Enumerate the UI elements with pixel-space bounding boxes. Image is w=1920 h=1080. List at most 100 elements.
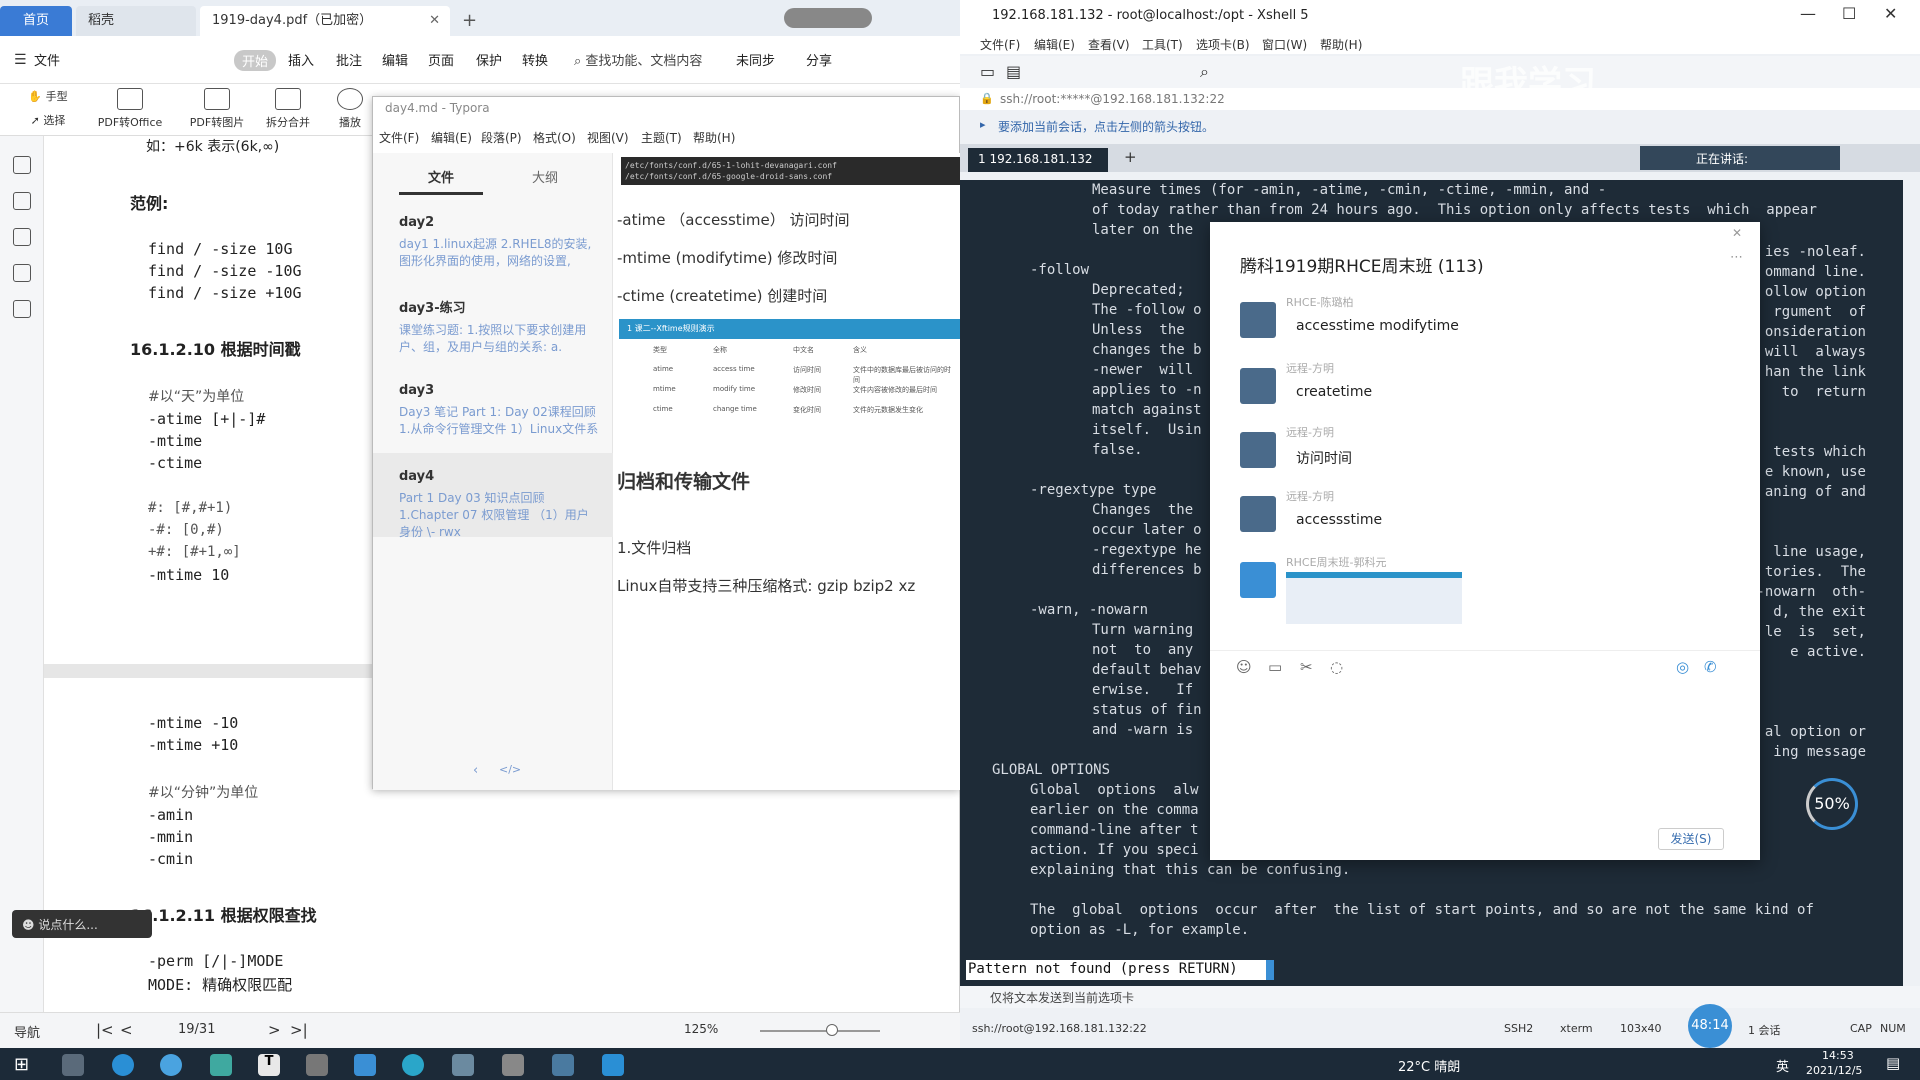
app-icon[interactable] xyxy=(306,1054,328,1076)
edge-icon[interactable] xyxy=(112,1054,134,1076)
minimize-icon[interactable]: — xyxy=(1800,4,1816,23)
more-icon[interactable]: ⋯ xyxy=(1730,250,1743,265)
ty-menu-paragraph[interactable]: 段落(P) xyxy=(481,129,527,146)
close-icon[interactable]: ✕ xyxy=(1732,226,1742,240)
ty-menu-file[interactable]: 文件(F) xyxy=(379,129,425,146)
file-item-day2[interactable]: day2 day1 1.linux起源 2.RHEL8的安装,图形化界面的使用，网… xyxy=(399,215,599,270)
play-button[interactable]: 播放 xyxy=(330,88,370,130)
zoom-slider[interactable] xyxy=(760,1030,880,1032)
xs-menu-tools[interactable]: 工具(T) xyxy=(1142,36,1183,53)
ty-menu-help[interactable]: 帮助(H) xyxy=(693,129,743,146)
notification-icon[interactable]: ▤ xyxy=(1886,1054,1900,1072)
windows-start-icon[interactable]: ⊞ xyxy=(14,1054,29,1075)
menu-comment[interactable]: 批注 xyxy=(336,50,362,69)
search-box[interactable]: ⌕ 查找功能、文档内容 xyxy=(574,50,702,69)
compose-bar[interactable]: 仅将文本发送到当前选项卡 xyxy=(960,986,1920,1008)
session-tab[interactable]: 1 192.168.181.132 xyxy=(968,148,1108,172)
zoom-slider-handle[interactable] xyxy=(826,1024,838,1036)
app-icon[interactable] xyxy=(552,1054,574,1076)
close-icon[interactable]: ✕ xyxy=(1884,4,1897,23)
live-chat-input[interactable]: ☻ 说点什么... xyxy=(12,910,152,938)
close-icon[interactable]: ✕ xyxy=(429,6,440,36)
ty-menu-theme[interactable]: 主题(T) xyxy=(641,129,687,146)
comment-icon[interactable] xyxy=(13,228,31,246)
pdf-to-office-button[interactable]: PDF转Office xyxy=(90,88,170,130)
menu-icon[interactable]: ☰ xyxy=(14,52,27,68)
xs-menu-edit[interactable]: 编辑(E) xyxy=(1034,36,1075,53)
app-icon[interactable] xyxy=(354,1054,376,1076)
menu-protect[interactable]: 保护 xyxy=(476,50,502,69)
sync-status[interactable]: 未同步 xyxy=(736,50,775,69)
chat-input[interactable] xyxy=(1230,682,1740,822)
select-tool[interactable]: ➚ 选择 xyxy=(18,112,78,128)
zoom-value[interactable]: 125% xyxy=(684,1022,718,1036)
phone-icon[interactable]: ✆ xyxy=(1704,658,1717,676)
menu-file[interactable]: 文件 xyxy=(34,50,60,69)
image-thumbnail[interactable] xyxy=(1286,572,1462,624)
tab-docer[interactable]: 稻壳 xyxy=(76,6,196,36)
open-folder-icon[interactable]: ▤ xyxy=(1006,62,1021,81)
ime-indicator[interactable]: 英 xyxy=(1776,1056,1789,1075)
collapse-icon[interactable]: ‹ xyxy=(473,763,478,778)
new-tab-icon[interactable]: + xyxy=(462,10,477,31)
xs-menu-view[interactable]: 查看(V) xyxy=(1088,36,1130,53)
search-icon[interactable]: ⌕ xyxy=(1200,62,1209,82)
scissors-icon[interactable]: ✂ xyxy=(1300,658,1313,676)
file-item-day4[interactable]: day4 Part 1 Day 03 知识点回顾 1.Chapter 07 权限管… xyxy=(399,469,599,541)
prev-page-icon[interactable]: < xyxy=(120,1021,133,1039)
ty-menu-format[interactable]: 格式(O) xyxy=(533,129,579,146)
ty-menu-edit[interactable]: 编辑(E) xyxy=(431,129,477,146)
file-item-day3-practice[interactable]: day3-练习 课堂练习题: 1.按照以下要求创建用户、组，及用户与组的关系: a… xyxy=(399,297,599,356)
menu-start[interactable]: 开始 xyxy=(234,50,277,71)
tab-outline[interactable]: 大纲 xyxy=(503,167,587,186)
arrow-icon[interactable]: ▸ xyxy=(980,118,986,131)
thumbnail-icon[interactable] xyxy=(13,192,31,210)
hand-tool[interactable]: ✋ 手型 xyxy=(18,88,78,104)
tab-home[interactable]: 首页 xyxy=(0,6,72,36)
xs-menu-tabs[interactable]: 选项卡(B) xyxy=(1196,36,1250,53)
tab-files[interactable]: 文件 xyxy=(399,167,483,195)
clock-date[interactable]: 2021/12/5 xyxy=(1806,1064,1862,1077)
weather[interactable]: 22°C 晴朗 xyxy=(1398,1056,1460,1075)
last-page-icon[interactable]: >| xyxy=(290,1021,308,1039)
folder-icon[interactable]: ▭ xyxy=(1268,658,1282,676)
bookmark-icon[interactable] xyxy=(13,156,31,174)
new-session-icon[interactable]: ▭ xyxy=(980,62,995,81)
nav-toggle[interactable]: 导航 xyxy=(14,1022,40,1041)
app-icon[interactable] xyxy=(62,1054,84,1076)
tab-pdf-file[interactable]: 1919-day4.pdf（已加密） ✕ xyxy=(200,6,450,36)
app-icon[interactable] xyxy=(502,1054,524,1076)
xs-menu-help[interactable]: 帮助(H) xyxy=(1320,36,1362,53)
pdf-to-image-button[interactable]: PDF转图片 xyxy=(182,88,252,130)
xs-menu-window[interactable]: 窗口(W) xyxy=(1262,36,1307,53)
address-bar[interactable]: 🔒 ssh://root:*****@192.168.181.132:22 xyxy=(960,88,1920,110)
file-item-day3[interactable]: day3 Day3 笔记 Part 1: Day 02课程回顾 1.从命令行管理文… xyxy=(399,383,599,438)
first-page-icon[interactable]: |< xyxy=(96,1021,114,1039)
attachment-icon[interactable] xyxy=(13,264,31,282)
menu-page[interactable]: 页面 xyxy=(428,50,454,69)
menu-insert[interactable]: 插入 xyxy=(288,50,314,69)
typora-icon[interactable]: T xyxy=(258,1054,280,1076)
source-code-icon[interactable]: </> xyxy=(499,763,521,776)
page-indicator[interactable]: 19/31 xyxy=(178,1022,215,1037)
chat-bubble-icon[interactable]: ◌ xyxy=(1330,658,1343,676)
app-icon[interactable] xyxy=(602,1054,624,1076)
app-icon[interactable] xyxy=(452,1054,474,1076)
ty-menu-view[interactable]: 视图(V) xyxy=(587,129,633,146)
xs-menu-file[interactable]: 文件(F) xyxy=(980,36,1020,53)
app-icon[interactable] xyxy=(402,1054,424,1076)
menu-convert[interactable]: 转换 xyxy=(522,50,548,69)
app-icon[interactable] xyxy=(210,1054,232,1076)
maximize-icon[interactable]: ☐ xyxy=(1842,4,1856,23)
next-page-icon[interactable]: > xyxy=(268,1021,281,1039)
add-tab-icon[interactable]: + xyxy=(1124,148,1137,166)
app-icon[interactable] xyxy=(160,1054,182,1076)
share-button[interactable]: 分享 xyxy=(806,50,832,69)
signature-icon[interactable] xyxy=(13,300,31,318)
split-merge-button[interactable]: 拆分合并 xyxy=(256,88,320,130)
clock-time[interactable]: 14:53 xyxy=(1822,1049,1854,1062)
emoji-icon[interactable]: ☺ xyxy=(1236,658,1252,676)
settings-icon[interactable]: ◎ xyxy=(1676,658,1689,676)
send-button[interactable]: 发送(S) xyxy=(1658,828,1724,850)
menu-edit[interactable]: 编辑 xyxy=(382,50,408,69)
